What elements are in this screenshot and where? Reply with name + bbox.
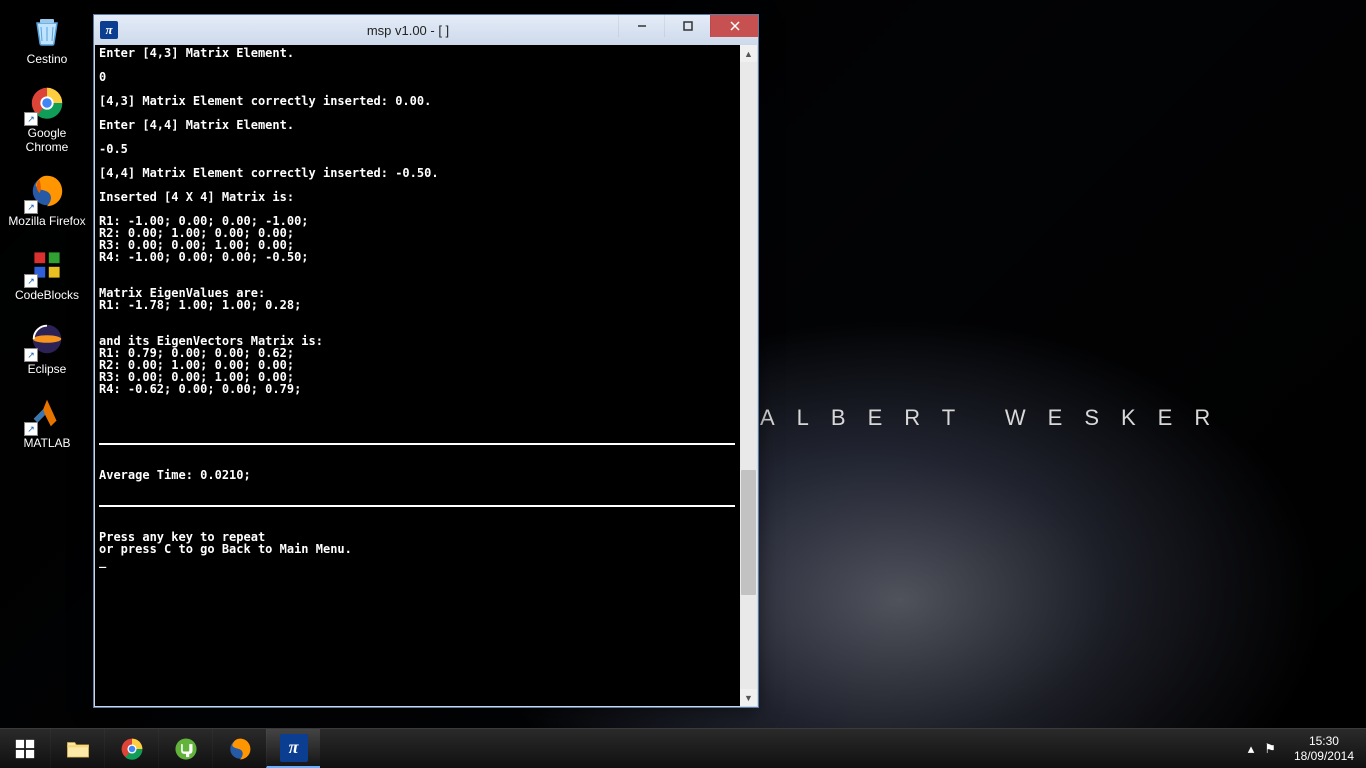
app-icon: π <box>280 734 308 762</box>
chrome-icon <box>118 735 146 763</box>
taskbar-clock[interactable]: 15:30 18/09/2014 <box>1286 734 1362 764</box>
console-line: R1: -1.78; 1.00; 1.00; 0.28; <box>99 298 301 312</box>
maximize-button[interactable] <box>664 15 710 37</box>
clock-time: 15:30 <box>1294 734 1354 749</box>
scroll-down-button[interactable]: ▼ <box>740 689 757 706</box>
console-line: Enter [4,4] Matrix Element. <box>99 118 294 132</box>
window-titlebar[interactable]: π msp v1.00 - [ ] <box>94 15 758 45</box>
matlab-icon: ↗ <box>26 392 68 434</box>
firefox-icon <box>226 735 254 763</box>
file-explorer-icon <box>64 735 92 763</box>
window-controls <box>618 15 758 37</box>
taskbar-item-chrome[interactable] <box>104 729 158 768</box>
chrome-icon: ↗ <box>26 82 68 124</box>
shortcut-arrow-icon: ↗ <box>24 422 38 436</box>
console-footer-line: or press C to go Back to Main Menu. <box>99 542 352 556</box>
tray-flag-icon[interactable]: ⚑ <box>1264 741 1276 757</box>
console-rule <box>99 505 735 507</box>
desktop-icon-codeblocks[interactable]: ↗ CodeBlocks <box>8 244 86 302</box>
tray-chevron-up-icon[interactable]: ▴ <box>1248 741 1255 757</box>
console-rule <box>99 443 735 445</box>
desktop-icon-mozilla-firefox[interactable]: ↗ Mozilla Firefox <box>8 170 86 228</box>
utorrent-icon <box>172 735 200 763</box>
taskbar-item-firefox[interactable] <box>212 729 266 768</box>
console-line: [4,4] Matrix Element correctly inserted:… <box>99 166 439 180</box>
close-button[interactable] <box>710 15 758 37</box>
console-line: Enter [4,3] Matrix Element. <box>99 46 294 60</box>
shortcut-arrow-icon: ↗ <box>24 112 38 126</box>
start-button[interactable] <box>0 729 50 768</box>
console-area: Enter [4,3] Matrix Element. 0 [4,3] Matr… <box>95 45 757 706</box>
desktop-icon-matlab[interactable]: ↗ MATLAB <box>8 392 86 450</box>
eclipse-icon: ↗ <box>26 318 68 360</box>
console-line: 0 <box>99 70 106 84</box>
codeblocks-icon: ↗ <box>26 244 68 286</box>
console-line: Inserted [4 X 4] Matrix is: <box>99 190 294 204</box>
clock-date: 18/09/2014 <box>1294 749 1354 764</box>
shortcut-arrow-icon: ↗ <box>24 348 38 362</box>
scroll-track[interactable] <box>740 62 757 689</box>
shortcut-arrow-icon: ↗ <box>24 274 38 288</box>
system-tray: ▴ ⚑ 15:30 18/09/2014 <box>1248 729 1366 768</box>
console-avg-time: Average Time: 0.0210; <box>99 468 251 482</box>
desktop-icon-google-chrome[interactable]: ↗ Google Chrome <box>8 82 86 154</box>
taskbar: π ▴ ⚑ 15:30 18/09/2014 <box>0 728 1366 768</box>
taskbar-item-msp[interactable]: π <box>266 729 320 768</box>
console-output[interactable]: Enter [4,3] Matrix Element. 0 [4,3] Matr… <box>95 45 740 706</box>
desktop-icon-eclipse[interactable]: ↗ Eclipse <box>8 318 86 376</box>
scroll-up-button[interactable]: ▲ <box>740 45 757 62</box>
console-cursor: _ <box>99 554 106 568</box>
firefox-icon: ↗ <box>26 170 68 212</box>
desktop-icon-grid: Cestino ↗ Google Chrome ↗ Mozilla Firefo… <box>8 8 86 450</box>
console-line: [4,3] Matrix Element correctly inserted:… <box>99 94 431 108</box>
scroll-thumb[interactable] <box>741 470 756 595</box>
taskbar-item-file-explorer[interactable] <box>50 729 104 768</box>
app-window: π msp v1.00 - [ ] Enter [4,3] Matrix Ele… <box>93 14 759 708</box>
console-line: R4: -1.00; 0.00; 0.00; -0.50; <box>99 250 309 264</box>
minimize-button[interactable] <box>618 15 664 37</box>
shortcut-arrow-icon: ↗ <box>24 200 38 214</box>
taskbar-item-utorrent[interactable] <box>158 729 212 768</box>
console-line: R4: -0.62; 0.00; 0.00; 0.79; <box>99 382 301 396</box>
console-line: -0.5 <box>99 142 128 156</box>
vertical-scrollbar[interactable]: ▲ ▼ <box>740 45 757 706</box>
wallpaper-caption: ALBERT WESKER <box>760 405 1232 431</box>
windows-logo-icon <box>14 738 36 760</box>
